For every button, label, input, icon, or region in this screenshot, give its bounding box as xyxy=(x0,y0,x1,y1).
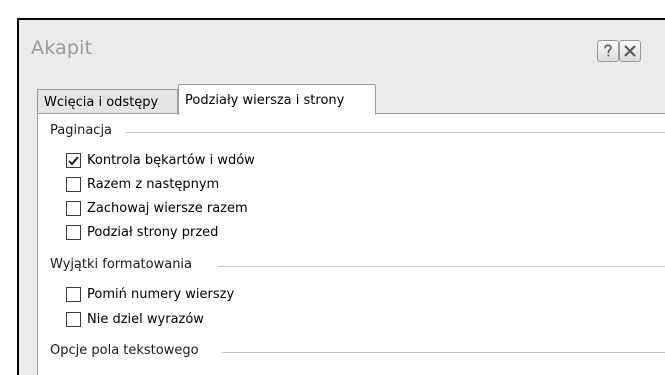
group-label-formatting-exceptions: Wyjątki formatowania xyxy=(50,257,193,272)
checkbox-row-keep-lines-together[interactable]: Zachowaj wiersze razem xyxy=(66,199,248,217)
checkbox[interactable] xyxy=(66,224,81,240)
checkbox-row-widow-orphan[interactable]: Kontrola bękartów i wdów xyxy=(66,151,255,169)
group-label-textbox-options: Opcje pola tekstowego xyxy=(50,343,199,358)
checkbox[interactable] xyxy=(66,311,81,327)
checkbox-label: Zachowaj wiersze razem xyxy=(87,200,248,216)
tab-line-page-breaks[interactable]: Podziały wiersza i strony xyxy=(178,84,376,115)
checkbox-label: Razem z następnym xyxy=(87,176,220,192)
checkbox-label: Pomiń numery wierszy xyxy=(87,286,235,302)
checkbox-row-keep-with-next[interactable]: Razem z następnym xyxy=(66,175,219,193)
close-x-icon xyxy=(623,44,637,58)
checkbox[interactable] xyxy=(66,286,81,302)
tab-label: Podziały wiersza i strony xyxy=(185,93,345,108)
checkmark-icon xyxy=(68,151,79,170)
checkbox[interactable] xyxy=(66,176,81,192)
help-button[interactable] xyxy=(597,40,619,62)
group-label-pagination: Paginacja xyxy=(50,123,113,138)
group-divider xyxy=(222,352,665,353)
screen: Akapit Wcięcia i odstępy Podziały wiersz… xyxy=(0,0,665,375)
paragraph-dialog: Akapit Wcięcia i odstępy Podziały wiersz… xyxy=(17,18,665,375)
close-button[interactable] xyxy=(619,40,641,62)
tab-label: Wcięcia i odstępy xyxy=(44,95,159,110)
checkbox-label: Nie dziel wyrazów xyxy=(87,311,204,327)
checkbox-row-suppress-line-numbers[interactable]: Pomiń numery wierszy xyxy=(66,285,234,303)
checkbox-row-page-break-before[interactable]: Podział strony przed xyxy=(66,223,218,241)
question-mark-icon xyxy=(602,44,614,58)
tab-panel: Paginacja Kontrola bękartów i wdów Razem… xyxy=(37,113,665,375)
group-divider xyxy=(126,132,665,133)
title-bar: Akapit xyxy=(19,20,665,66)
tab-indents-spacing[interactable]: Wcięcia i odstępy xyxy=(37,89,178,114)
group-divider xyxy=(218,266,665,267)
checkbox[interactable] xyxy=(66,151,81,170)
checkbox-label: Podział strony przed xyxy=(87,224,219,240)
dialog-title: Akapit xyxy=(31,37,93,59)
checkbox-row-dont-hyphenate[interactable]: Nie dziel wyrazów xyxy=(66,310,204,328)
checkbox[interactable] xyxy=(66,200,81,216)
checkbox-label: Kontrola bękartów i wdów xyxy=(87,152,255,168)
